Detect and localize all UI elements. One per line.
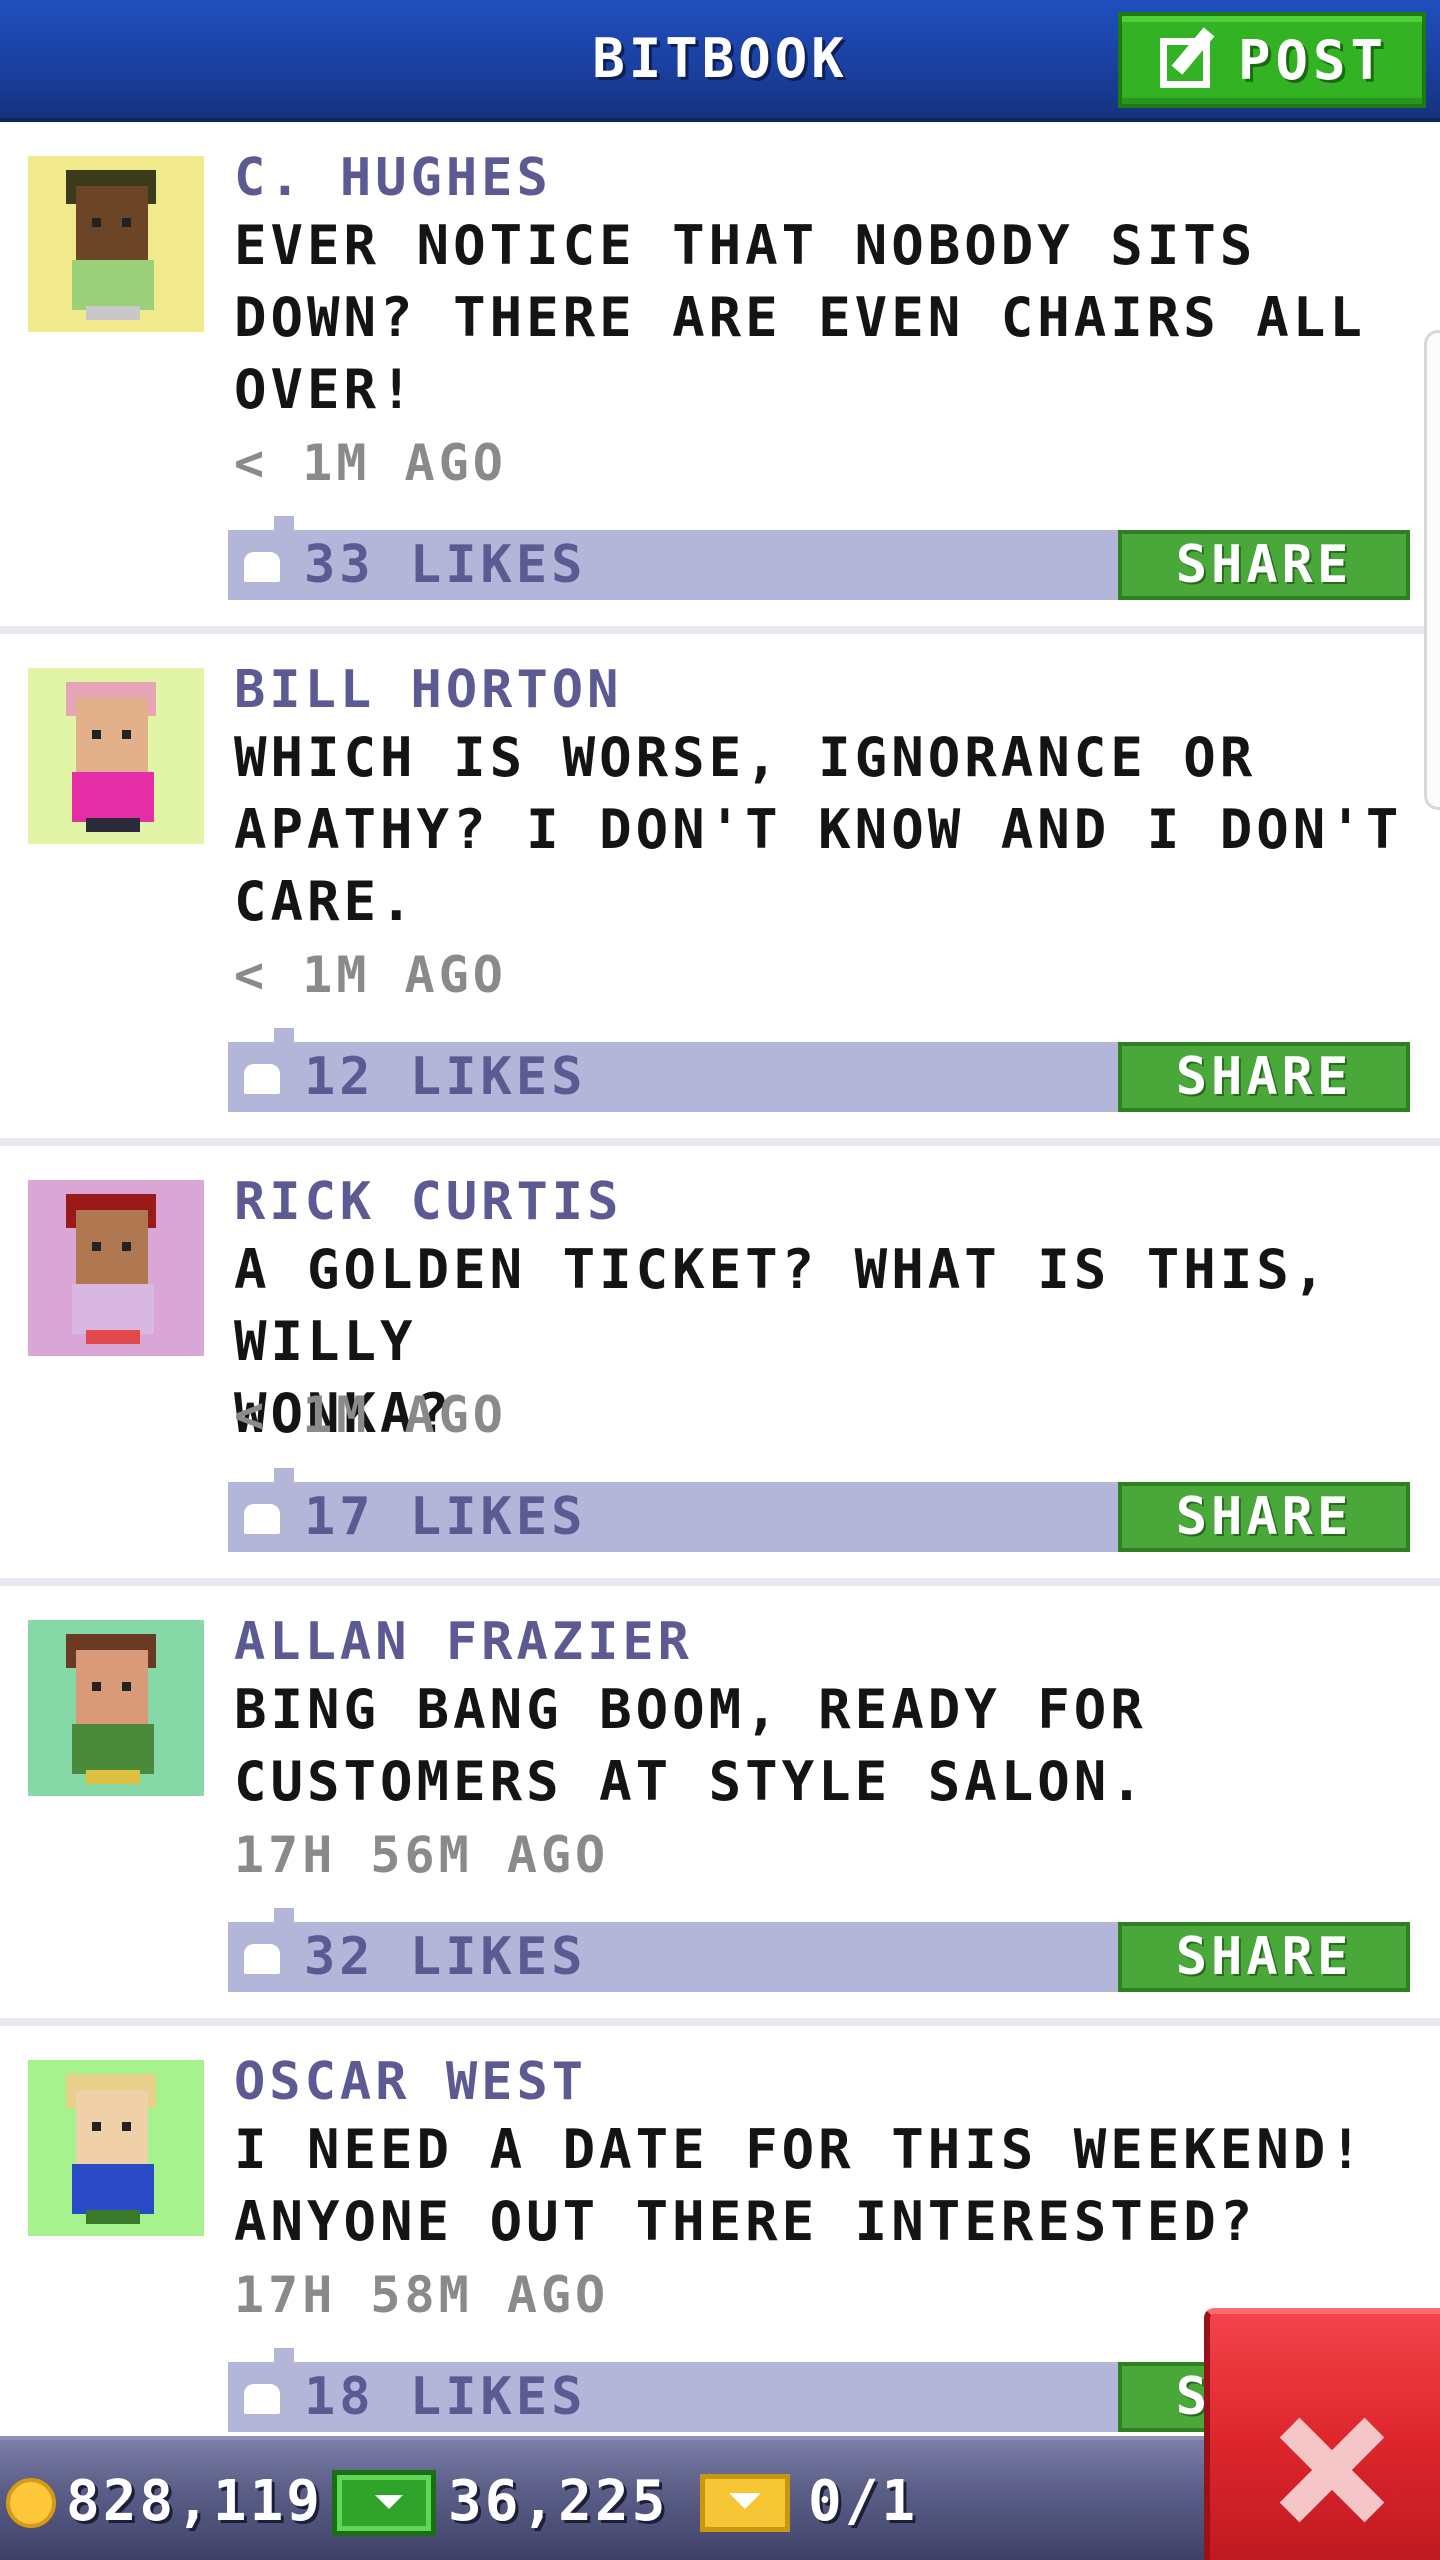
avatar[interactable] bbox=[28, 668, 204, 844]
post-time: 17H 58M AGO bbox=[234, 2266, 610, 2324]
feed-post: C. HUGHES EVER NOTICE THAT NOBODY SITS D… bbox=[0, 122, 1440, 634]
like-count: 32 LIKES bbox=[304, 1927, 587, 1987]
ticket-count: 0/1 bbox=[808, 2469, 919, 2534]
post-message: WHICH IS WORSE, IGNORANCE OR APATHY? I D… bbox=[234, 726, 1403, 933]
post-author[interactable]: BILL HORTON bbox=[234, 660, 622, 720]
like-count: 18 LIKES bbox=[304, 2367, 587, 2427]
like-icon bbox=[244, 552, 280, 582]
close-button[interactable] bbox=[1204, 2308, 1440, 2560]
app-header: BITBOOK POST bbox=[0, 0, 1440, 122]
post-button[interactable]: POST bbox=[1118, 12, 1426, 108]
like-icon bbox=[244, 1064, 280, 1094]
post-author[interactable]: OSCAR WEST bbox=[234, 2052, 587, 2112]
close-icon bbox=[1279, 2417, 1385, 2523]
coin-count: 828,119 bbox=[66, 2469, 324, 2534]
like-icon bbox=[244, 1504, 280, 1534]
avatar[interactable] bbox=[28, 156, 204, 332]
scrollbar[interactable] bbox=[1424, 330, 1440, 810]
share-button[interactable]: SHARE bbox=[1118, 1482, 1410, 1552]
post-author[interactable]: ALLAN FRAZIER bbox=[234, 1612, 693, 1672]
avatar[interactable] bbox=[28, 2060, 204, 2236]
post-time: < 1M AGO bbox=[234, 434, 507, 492]
bux-icon bbox=[332, 2470, 436, 2536]
share-button[interactable]: SHARE bbox=[1118, 530, 1410, 600]
avatar[interactable] bbox=[28, 1180, 204, 1356]
feed-post: BILL HORTON WHICH IS WORSE, IGNORANCE OR… bbox=[0, 634, 1440, 1146]
post-button-label: POST bbox=[1237, 28, 1389, 92]
coin-icon bbox=[6, 2478, 56, 2528]
like-count: 17 LIKES bbox=[304, 1487, 587, 1547]
post-time: < 1M AGO bbox=[234, 1386, 507, 1444]
golden-ticket-icon bbox=[700, 2474, 790, 2532]
compose-icon bbox=[1156, 27, 1220, 92]
feed-list[interactable]: C. HUGHES EVER NOTICE THAT NOBODY SITS D… bbox=[0, 122, 1440, 2466]
post-message: EVER NOTICE THAT NOBODY SITS DOWN? THERE… bbox=[234, 214, 1366, 421]
share-button[interactable]: SHARE bbox=[1118, 1922, 1410, 1992]
post-author[interactable]: RICK CURTIS bbox=[234, 1172, 622, 1232]
feed-post: ALLAN FRAZIER BING BANG BOOM, READY FOR … bbox=[0, 1586, 1440, 2026]
like-icon bbox=[244, 1944, 280, 1974]
post-message: I NEED A DATE FOR THIS WEEKEND! ANYONE O… bbox=[234, 2118, 1366, 2253]
like-count: 12 LIKES bbox=[304, 1047, 587, 1107]
bux-count: 36,225 bbox=[448, 2469, 669, 2534]
feed-post: RICK CURTIS A GOLDEN TICKET? WHAT IS THI… bbox=[0, 1146, 1440, 1586]
share-button[interactable]: SHARE bbox=[1118, 1042, 1410, 1112]
avatar[interactable] bbox=[28, 1620, 204, 1796]
post-author[interactable]: C. HUGHES bbox=[234, 148, 552, 208]
post-message: BING BANG BOOM, READY FOR CUSTOMERS AT S… bbox=[234, 1678, 1147, 1813]
post-time: < 1M AGO bbox=[234, 946, 507, 1004]
post-time: 17H 56M AGO bbox=[234, 1826, 610, 1884]
like-count: 33 LIKES bbox=[304, 535, 587, 595]
like-icon bbox=[244, 2384, 280, 2414]
